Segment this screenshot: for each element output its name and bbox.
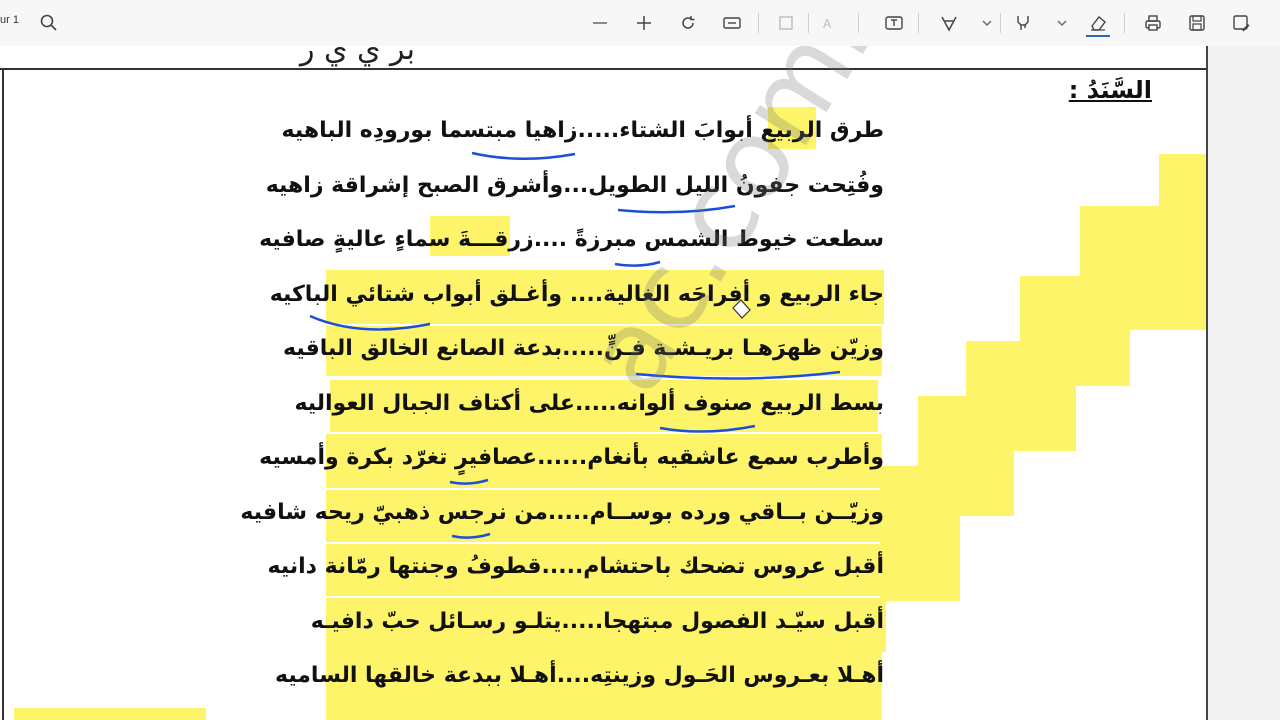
read-aloud-icon[interactable]: A [818, 11, 842, 35]
text-box-icon[interactable] [882, 11, 906, 35]
ink-underline [471, 151, 576, 161]
chevron-down-icon[interactable] [975, 11, 999, 35]
toolbar-divider [758, 13, 759, 33]
ink-underline [614, 260, 661, 267]
ink-annotations [309, 151, 841, 539]
ink-underline [617, 204, 736, 214]
pdf-page: بر ي ي ر السَّنَدُ : طرق الربيع أبوابَ ا… [0, 46, 1208, 720]
ink-underline [659, 424, 756, 433]
ink-underline [449, 478, 489, 485]
page-indicator: ur 1 [0, 14, 19, 26]
save-as-icon[interactable] [1229, 11, 1253, 35]
fit-page-icon[interactable] [720, 11, 744, 35]
toolbar-divider [858, 13, 859, 33]
zoom-out-icon[interactable] [588, 11, 612, 35]
eraser-cursor-icon [732, 299, 751, 319]
viewer-background [1208, 46, 1280, 720]
ink-underline [451, 532, 491, 539]
ink-underline [635, 370, 841, 380]
search-icon[interactable] [37, 11, 61, 35]
svg-text:A: A [823, 17, 832, 31]
highlight-icon[interactable] [1011, 11, 1035, 35]
ink-underline [309, 314, 431, 331]
rotate-icon[interactable] [676, 11, 700, 35]
save-icon[interactable] [1185, 11, 1209, 35]
chevron-down-icon[interactable] [1050, 11, 1074, 35]
zoom-in-icon[interactable] [632, 11, 656, 35]
toolbar-divider [1000, 13, 1001, 33]
toolbar-divider [1124, 13, 1125, 33]
draw-icon[interactable] [937, 11, 961, 35]
toolbar-divider [918, 13, 919, 33]
toolbar-divider [808, 13, 809, 33]
pdf-toolbar: ur 1 A [0, 0, 1280, 47]
eraser-icon[interactable] [1086, 11, 1110, 37]
page-view-icon[interactable] [774, 11, 798, 35]
print-icon[interactable] [1141, 11, 1165, 35]
